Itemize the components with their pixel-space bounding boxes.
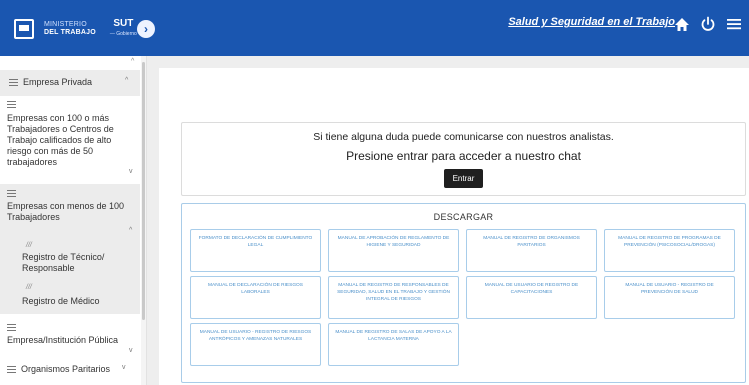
download-card[interactable]: MANUAL DE USUARIO - REGISTRO DE PREVENCI…	[604, 276, 735, 319]
sidebar: ^ Empresa Privada ^ Empresas con 100 o m…	[0, 56, 147, 385]
sidebar-item-label: Empresas con 100 o más Trabajadores o Ce…	[7, 113, 114, 167]
chat-prompt: Presione entrar para acceder a nuestro c…	[346, 149, 581, 163]
power-icon[interactable]	[699, 15, 717, 33]
sidebar-item-empresas-100[interactable]: Empresas con 100 o más Trabajadores o Ce…	[0, 96, 140, 184]
list-icon	[7, 101, 16, 108]
chevron-down-icon: v	[122, 364, 126, 371]
ministry-name: MINISTERIO DEL TRABAJO	[44, 21, 96, 36]
download-card[interactable]: MANUAL DE DECLARACIÓN DE RIESGOS LABORAL…	[190, 276, 321, 319]
chevron-down-icon: v	[129, 168, 133, 175]
sidebar-item-registro-tecnico[interactable]: /// Registro de Técnico/ Responsable	[0, 238, 140, 280]
scrollbar-thumb[interactable]	[142, 62, 145, 320]
sidebar-item-registro-medico[interactable]: /// Registro de Médico	[0, 280, 140, 314]
chevron-up-icon: ^	[125, 77, 129, 84]
chat-contact-box: Si tiene alguna duda puede comunicarse c…	[181, 122, 746, 196]
edit-icon: ///	[26, 284, 32, 291]
sidebar-item-label: Empresas con menos de 100 Trabajadores	[7, 201, 125, 222]
sidebar-item-empresas-menos-100[interactable]: Empresas con menos de 100 Trabajadores ^	[0, 184, 140, 238]
download-card[interactable]: MANUAL DE REGISTRO DE RESPONSABLES DE SE…	[328, 276, 459, 319]
sidebar-item-label: Registro de Técnico/ Responsable	[22, 252, 105, 273]
downloads-grid: FORMATO DE DECLARACIÓN DE CUMPLIMIENTO L…	[190, 229, 738, 366]
download-card[interactable]: MANUAL DE REGISTRO DE PROGRAMAS DE PREVE…	[604, 229, 735, 272]
downloads-title: DESCARGAR	[433, 212, 494, 222]
sut-logo: SUT — Gobierno	[109, 18, 137, 37]
sidebar-item-empresa-privada[interactable]: Empresa Privada ^	[0, 70, 140, 96]
sidebar-item-label: Organismos Paritarios	[21, 364, 111, 374]
download-card[interactable]: MANUAL DE REGISTRO DE SALAS DE APOYO A L…	[328, 323, 459, 366]
sidebar-item-label: Empresa/Institución Pública	[7, 335, 119, 345]
top-bar: MINISTERIO DEL TRABAJO SUT — Gobierno › …	[0, 0, 749, 56]
downloads-section: DESCARGAR FORMATO DE DECLARACIÓN DE CUMP…	[181, 203, 746, 383]
main-content: Si tiene alguna duda puede comunicarse c…	[147, 56, 749, 385]
contact-message: Si tiene alguna duda puede comunicarse c…	[313, 131, 614, 143]
content-panel: Si tiene alguna duda puede comunicarse c…	[159, 68, 749, 385]
download-card[interactable]: MANUAL DE REGISTRO DE ORGANISMOS PARITAR…	[466, 229, 597, 272]
ministry-logo-icon	[14, 19, 34, 39]
top-icons	[673, 15, 743, 33]
home-icon[interactable]	[673, 15, 691, 33]
sidebar-item-label: Empresa Privada	[23, 77, 93, 87]
list-icon	[7, 366, 16, 373]
list-icon	[7, 190, 16, 197]
site-title-link[interactable]: Salud y Seguridad en el Trabajo	[508, 16, 675, 28]
download-card[interactable]: FORMATO DE DECLARACIÓN DE CUMPLIMIENTO L…	[190, 229, 321, 272]
list-icon	[9, 79, 18, 86]
download-card[interactable]: MANUAL DE APROBACIÓN DE REGLAMENTO DE HI…	[328, 229, 459, 272]
sidebar-toggle-button[interactable]: ›	[137, 20, 155, 38]
chevron-up-icon[interactable]: ^	[131, 58, 134, 65]
chevron-right-icon: ›	[144, 22, 148, 36]
list-icon	[7, 324, 16, 331]
sidebar-item-empresa-publica[interactable]: Empresa/Institución Pública v	[0, 318, 140, 356]
download-card[interactable]: MANUAL DE USUARIO DE REGISTRO DE CAPACIT…	[466, 276, 597, 319]
brand-logo[interactable]: MINISTERIO DEL TRABAJO SUT — Gobierno	[14, 14, 137, 44]
sidebar-item-label: Registro de Médico	[22, 296, 100, 306]
chevron-down-icon: v	[129, 347, 133, 354]
enter-chat-button[interactable]: Entrar	[443, 169, 484, 188]
sidebar-scrollbar[interactable]	[141, 56, 146, 385]
menu-icon[interactable]	[725, 15, 743, 33]
download-card[interactable]: MANUAL DE USUARIO - REGISTRO DE RIESGOS …	[190, 323, 321, 366]
edit-icon: ///	[26, 242, 32, 249]
chevron-up-icon: ^	[129, 227, 133, 234]
sidebar-item-organismos-paritarios[interactable]: Organismos Paritarios v	[0, 358, 140, 380]
